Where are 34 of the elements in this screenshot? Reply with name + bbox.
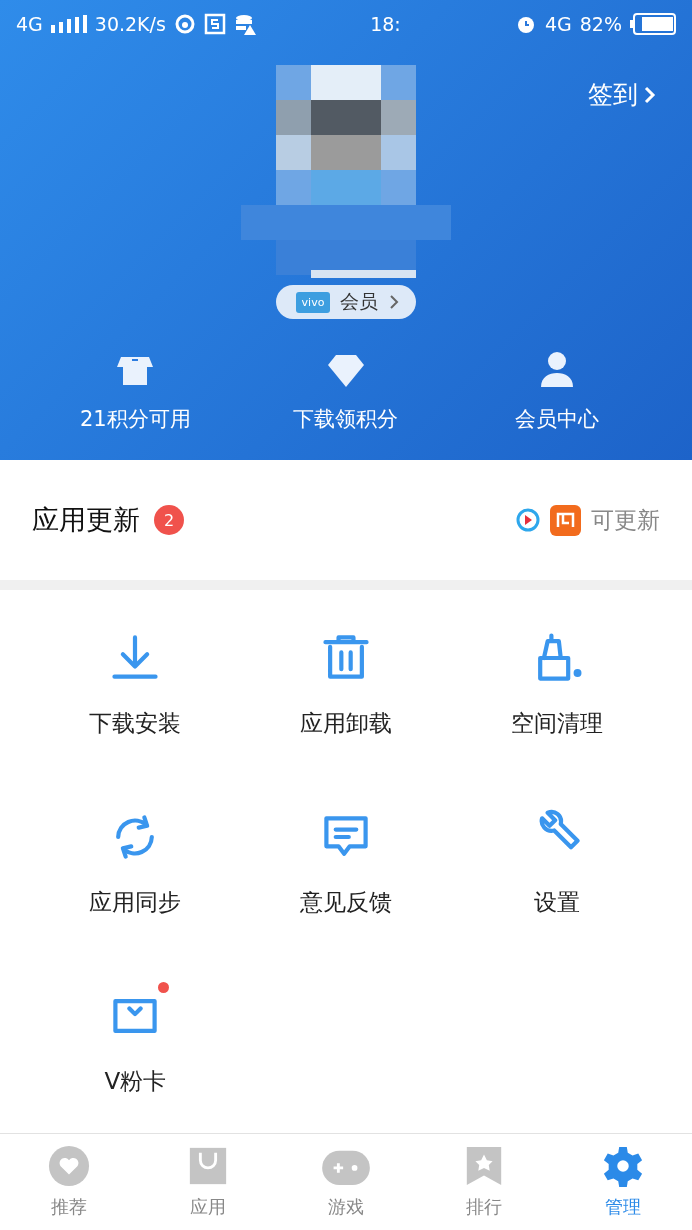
signal-icon — [50, 15, 87, 33]
chevron-icon — [644, 85, 656, 104]
tool-item[interactable]: 空间清理 — [451, 622, 662, 739]
count-badge: 2 — [154, 505, 184, 535]
tool-item[interactable]: 设置 — [451, 801, 662, 918]
tool-item[interactable]: 下载安装 — [30, 622, 241, 739]
nav-tab[interactable]: 推荐 — [19, 1145, 120, 1219]
tool-item[interactable]: 应用同步 — [30, 801, 241, 918]
app-logo-icon — [550, 504, 581, 536]
speed-label: 30.2K/s — [94, 13, 166, 35]
tool-item[interactable]: 应用卸载 — [240, 622, 452, 739]
battery-percent: 82% — [579, 13, 622, 35]
s-app-icon — [203, 13, 226, 35]
tool-item[interactable]: 意见反馈 — [240, 801, 452, 918]
section-title[interactable]: 应用更新 — [32, 502, 140, 538]
sign-in-button[interactable]: 签到 — [588, 78, 656, 111]
clock-label: 18: — [369, 13, 402, 35]
nav-tab[interactable]: 游戏 — [295, 1145, 396, 1219]
battery-icon — [630, 13, 676, 35]
shortcut-label[interactable]: 21积分可用 — [79, 405, 191, 433]
nav-tab[interactable]: 管理 — [572, 1145, 673, 1219]
database-warning-icon — [233, 13, 256, 35]
network-label: 4G — [16, 13, 43, 35]
tool-item[interactable]: V粉卡 — [30, 980, 241, 1097]
vip-button[interactable]: vivo 会员 — [275, 285, 417, 319]
shortcut-label[interactable]: 下载领积分 — [293, 405, 399, 433]
play-app-icon — [516, 508, 540, 532]
chevron-icon — [388, 293, 401, 311]
nav-tab[interactable]: 排行 — [434, 1145, 535, 1219]
shortcut-label[interactable]: 会员中心 — [514, 405, 599, 433]
gear-icon — [601, 1145, 644, 1187]
update-note: 可更新 — [591, 505, 660, 535]
network-label: 4G — [544, 13, 572, 35]
nav-tab[interactable]: 应用 — [157, 1145, 258, 1219]
